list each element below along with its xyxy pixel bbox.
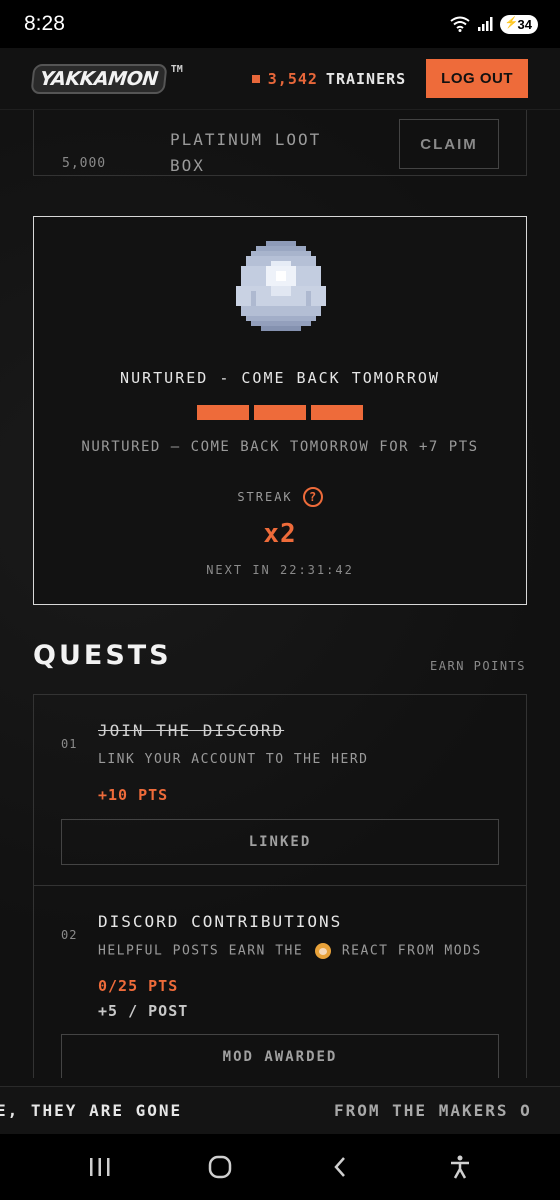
- quest-item: 01 JOIN THE DISCORD LINK YOUR ACCOUNT TO…: [34, 695, 526, 886]
- reward-name-line1: PLATINUM LOOT: [170, 130, 322, 149]
- back-icon[interactable]: [315, 1142, 365, 1192]
- streak-row: STREAK ?: [34, 487, 526, 507]
- egg-icon: [236, 241, 326, 336]
- earn-points-label: EARN POINTS: [430, 659, 526, 673]
- logo[interactable]: YAKKAMON TM: [30, 63, 183, 94]
- logo-text: YAKKAMON: [30, 63, 168, 94]
- quest-number: 01: [61, 737, 78, 751]
- signal-icon: [477, 17, 493, 31]
- streak-label: STREAK: [237, 490, 293, 504]
- mod-react-emoji-icon: [314, 943, 331, 959]
- battery-icon: 34: [499, 14, 538, 34]
- egg-card: NURTURED - COME BACK TOMORROW NURTURED —…: [33, 216, 527, 605]
- quest-points: +10 PTS: [98, 786, 169, 804]
- quest-rate: +5 / POST: [98, 1002, 189, 1020]
- quest-number: 02: [61, 928, 78, 942]
- help-icon[interactable]: ?: [302, 487, 323, 507]
- mod-awarded-button[interactable]: MOD AWARDED: [61, 1034, 499, 1078]
- quest-description-end: REACT FROM MODS: [341, 943, 482, 959]
- quest-item: 02 DISCORD CONTRIBUTIONS HELPFUL POSTS E…: [34, 886, 526, 1078]
- quest-description: LINK YOUR ACCOUNT TO THE HERD: [98, 752, 369, 767]
- quest-points: 0/25 PTS: [98, 977, 179, 995]
- quests-title: QUESTS: [33, 640, 172, 671]
- trainer-count-value: 3,542: [267, 69, 318, 88]
- logout-button[interactable]: LOG OUT: [426, 59, 528, 98]
- main-content[interactable]: 5,000 PLATINUM LOOT BOX CLAIM NURTURED -…: [0, 110, 560, 1078]
- system-nav-bar: [0, 1134, 560, 1200]
- ticker-text-2: FROM THE MAKERS O: [334, 1101, 532, 1120]
- claim-button[interactable]: CLAIM: [399, 119, 499, 169]
- ticker-text-1: E, THEY ARE GONE: [0, 1101, 183, 1120]
- trainer-dot-icon: [251, 74, 260, 83]
- accessibility-icon[interactable]: [435, 1142, 485, 1192]
- home-icon[interactable]: [195, 1142, 245, 1192]
- reward-card: 5,000 PLATINUM LOOT BOX CLAIM: [33, 110, 527, 176]
- next-in-timer: NEXT IN 22:31:42: [206, 563, 354, 577]
- status-bar: 8:28 34: [0, 0, 560, 48]
- quest-list: 01 JOIN THE DISCORD LINK YOUR ACCOUNT TO…: [33, 694, 527, 1078]
- progress-segment: [311, 405, 363, 420]
- reward-name: PLATINUM LOOT BOX: [170, 127, 321, 179]
- trainer-count: 3,542 TRAINERS: [251, 69, 407, 88]
- logo-trademark: TM: [170, 63, 183, 75]
- app-header: YAKKAMON TM 3,542 TRAINERS LOG OUT: [0, 48, 560, 110]
- nurture-progress: [197, 405, 363, 420]
- wifi-icon: [449, 16, 470, 32]
- egg-status-subtitle: NURTURED — COME BACK TOMORROW FOR +7 PTS: [81, 439, 479, 455]
- reward-points: 5,000: [62, 156, 107, 171]
- status-time: 8:28: [24, 12, 65, 35]
- progress-segment: [197, 405, 249, 420]
- linked-button[interactable]: LINKED: [61, 819, 499, 865]
- streak-value: x2: [263, 519, 297, 549]
- quest-description: HELPFUL POSTS EARN THE REACT FROM MODS: [98, 943, 482, 959]
- recent-apps-icon[interactable]: [75, 1142, 125, 1192]
- egg-status-title: NURTURED - COME BACK TOMORROW: [120, 369, 440, 387]
- trainer-count-label: TRAINERS: [325, 69, 407, 88]
- status-icons: 34: [449, 14, 538, 34]
- reward-name-line2: BOX: [170, 156, 205, 175]
- quest-title: DISCORD CONTRIBUTIONS: [98, 912, 343, 931]
- marquee-ticker: E, THEY ARE GONE FROM THE MAKERS O: [0, 1086, 560, 1134]
- quest-description-start: HELPFUL POSTS EARN THE: [98, 943, 304, 959]
- progress-segment: [254, 405, 306, 420]
- quest-title: JOIN THE DISCORD: [98, 721, 285, 740]
